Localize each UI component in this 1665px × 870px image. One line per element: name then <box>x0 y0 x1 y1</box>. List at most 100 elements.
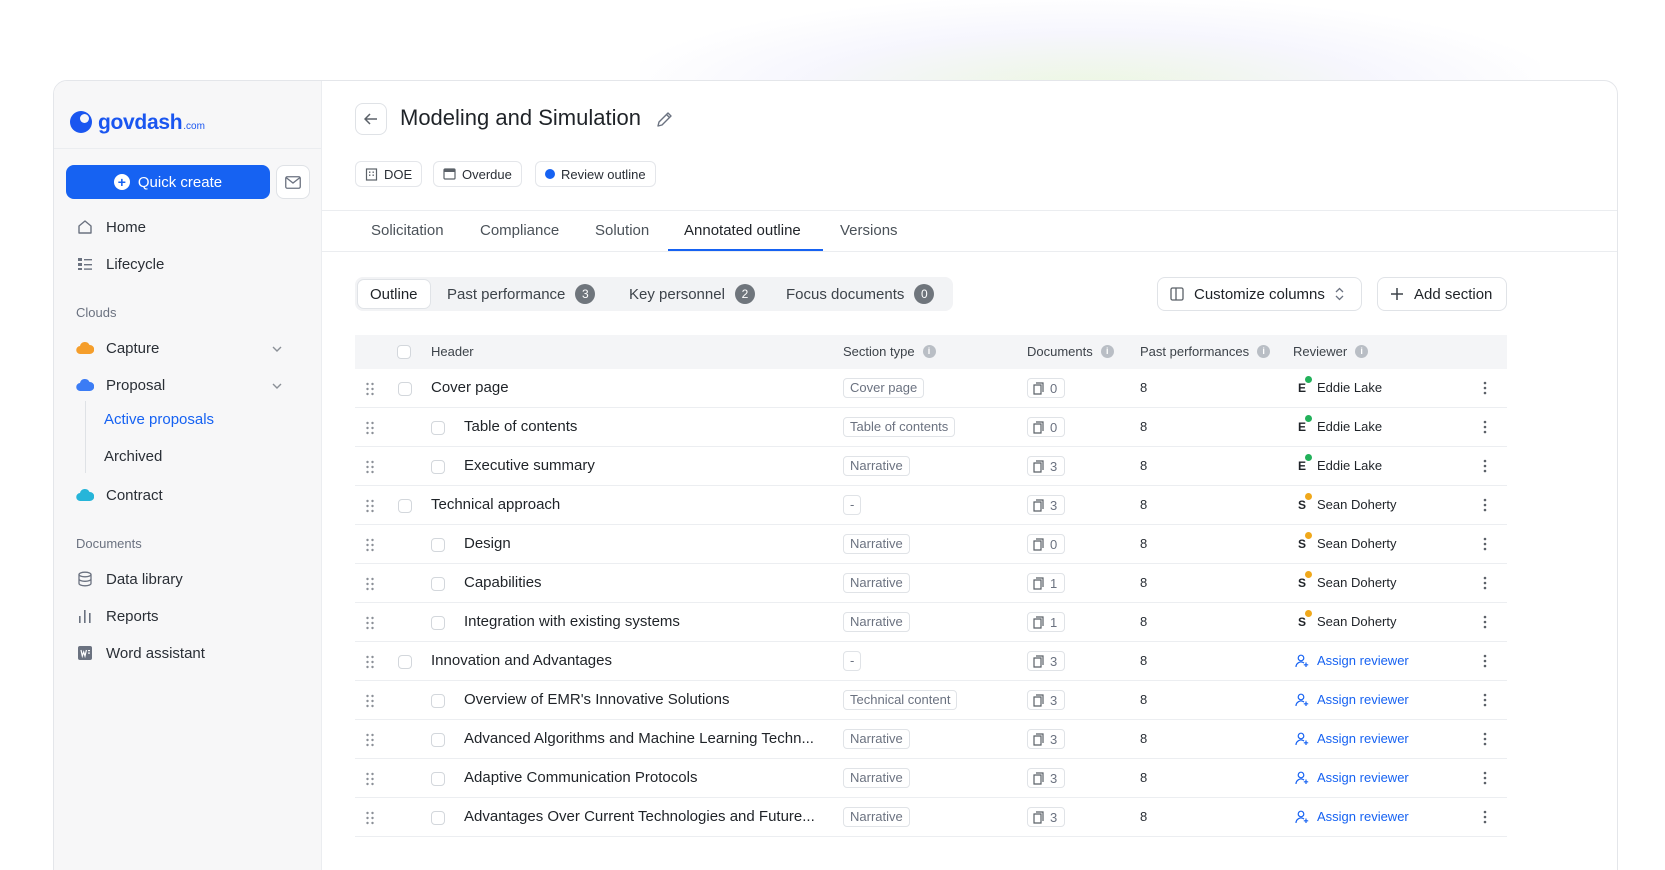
section-header[interactable]: Design <box>464 535 511 552</box>
more-options-icon[interactable] <box>1483 498 1487 512</box>
table-row[interactable]: Design Narrative 0 8 S Sean Doherty <box>355 525 1507 564</box>
section-type-tag[interactable]: Narrative <box>843 534 910 554</box>
row-checkbox[interactable] <box>431 616 445 630</box>
section-header[interactable]: Capabilities <box>464 574 542 591</box>
section-header[interactable]: Cover page <box>431 379 509 396</box>
table-row[interactable]: Advantages Over Current Technologies and… <box>355 798 1507 837</box>
row-checkbox[interactable] <box>431 772 445 786</box>
row-checkbox[interactable] <box>398 499 412 513</box>
info-icon[interactable]: i <box>1257 345 1271 358</box>
documents-count[interactable]: 1 <box>1027 612 1065 632</box>
documents-count[interactable]: 3 <box>1027 495 1065 515</box>
documents-count[interactable]: 0 <box>1027 417 1065 437</box>
tab-compliance[interactable]: Compliance <box>480 222 559 239</box>
section-type-tag[interactable]: Narrative <box>843 768 910 788</box>
sidebar-item-capture[interactable]: Capture <box>76 337 159 359</box>
drag-handle-icon[interactable] <box>365 772 375 786</box>
section-header[interactable]: Integration with existing systems <box>464 613 680 630</box>
chip-stage[interactable]: Review outline <box>535 161 656 187</box>
documents-count[interactable]: 3 <box>1027 456 1065 476</box>
drag-handle-icon[interactable] <box>365 616 375 630</box>
table-row[interactable]: Overview of EMR's Innovative Solutions Te… <box>355 681 1507 720</box>
select-all-checkbox[interactable] <box>397 345 411 359</box>
section-type-tag[interactable]: Cover page <box>843 378 925 398</box>
more-options-icon[interactable] <box>1483 693 1487 707</box>
sidebar-item-archived[interactable]: Archived <box>104 448 162 465</box>
sidebar-item-active-proposals[interactable]: Active proposals <box>104 411 214 428</box>
section-type-tag[interactable]: - <box>843 495 862 515</box>
sidebar-item-home[interactable]: Home <box>76 216 146 238</box>
reviewer-cell[interactable]: S Sean Doherty <box>1295 608 1397 629</box>
chevron-down-icon[interactable] <box>272 381 282 391</box>
column-header[interactable]: Section type i <box>843 344 936 359</box>
sidebar-item-proposal[interactable]: Proposal <box>76 374 165 396</box>
table-row[interactable]: Innovation and Advantages - 3 8 Assign revie… <box>355 642 1507 681</box>
pencil-icon[interactable] <box>656 111 673 128</box>
documents-count[interactable]: 0 <box>1027 534 1065 554</box>
more-options-icon[interactable] <box>1483 615 1487 629</box>
drag-handle-icon[interactable] <box>365 538 375 552</box>
drag-handle-icon[interactable] <box>365 655 375 669</box>
assign-reviewer-link[interactable]: Assign reviewer <box>1295 809 1409 824</box>
row-checkbox[interactable] <box>431 733 445 747</box>
tab-versions[interactable]: Versions <box>840 222 898 239</box>
subtab-key-personnel[interactable]: Key personnel 2 <box>629 277 755 311</box>
row-checkbox[interactable] <box>431 421 445 435</box>
reviewer-cell[interactable]: E Eddie Lake <box>1295 374 1382 395</box>
more-options-icon[interactable] <box>1483 810 1487 824</box>
sidebar-item-lifecycle[interactable]: Lifecycle <box>76 253 164 275</box>
documents-count[interactable]: 1 <box>1027 573 1065 593</box>
section-type-tag[interactable]: Narrative <box>843 729 910 749</box>
row-checkbox[interactable] <box>431 538 445 552</box>
table-row[interactable]: Cover page Cover page 0 8 E Eddie Lake <box>355 369 1507 408</box>
documents-count[interactable]: 3 <box>1027 729 1065 749</box>
assign-reviewer-link[interactable]: Assign reviewer <box>1295 692 1409 707</box>
section-type-tag[interactable]: - <box>843 651 862 671</box>
customize-columns-button[interactable]: Customize columns <box>1157 277 1362 311</box>
section-header[interactable]: Advantages Over Current Technologies and… <box>464 808 815 825</box>
table-row[interactable]: Technical approach - 3 8 S Sean Doherty <box>355 486 1507 525</box>
more-options-icon[interactable] <box>1483 459 1487 473</box>
sidebar-item-word-assistant[interactable]: Word assistant <box>76 642 205 664</box>
drag-handle-icon[interactable] <box>365 694 375 708</box>
more-options-icon[interactable] <box>1483 381 1487 395</box>
row-checkbox[interactable] <box>398 382 412 396</box>
section-header[interactable]: Technical approach <box>431 496 560 513</box>
chip-due-status[interactable]: Overdue <box>433 161 522 187</box>
drag-handle-icon[interactable] <box>365 811 375 825</box>
section-header[interactable]: Adaptive Communication Protocols <box>464 769 697 786</box>
section-header[interactable]: Overview of EMR's Innovative Solutions <box>464 691 729 708</box>
table-row[interactable]: Advanced Algorithms and Machine Learning… <box>355 720 1507 759</box>
column-header[interactable]: Documents i <box>1027 344 1114 359</box>
tab-solicitation[interactable]: Solicitation <box>371 222 444 239</box>
documents-count[interactable]: 3 <box>1027 768 1065 788</box>
chip-agency[interactable]: DOE <box>355 161 423 187</box>
more-options-icon[interactable] <box>1483 732 1487 746</box>
sidebar-item-data-library[interactable]: Data library <box>76 568 183 590</box>
tab-solution[interactable]: Solution <box>595 222 649 239</box>
column-header[interactable]: Reviewer i <box>1293 344 1369 359</box>
reviewer-cell[interactable]: S Sean Doherty <box>1295 530 1397 551</box>
table-row[interactable]: Adaptive Communication Protocols Narrativ… <box>355 759 1507 798</box>
more-options-icon[interactable] <box>1483 654 1487 668</box>
drag-handle-icon[interactable] <box>365 421 375 435</box>
section-type-tag[interactable]: Technical content <box>843 690 958 710</box>
row-checkbox[interactable] <box>431 460 445 474</box>
add-section-button[interactable]: Add section <box>1377 277 1507 311</box>
quick-create-button[interactable]: + Quick create <box>66 165 270 199</box>
subtab-outline[interactable]: Outline <box>357 279 431 309</box>
info-icon[interactable]: i <box>1100 345 1114 358</box>
column-header[interactable]: Header <box>431 344 474 359</box>
table-row[interactable]: Integration with existing systems Narrati… <box>355 603 1507 642</box>
chevron-down-icon[interactable] <box>272 344 282 354</box>
section-header[interactable]: Table of contents <box>464 418 577 435</box>
mail-button[interactable] <box>276 165 310 199</box>
documents-count[interactable]: 0 <box>1027 378 1065 398</box>
more-options-icon[interactable] <box>1483 771 1487 785</box>
drag-handle-icon[interactable] <box>365 733 375 747</box>
section-header[interactable]: Executive summary <box>464 457 595 474</box>
reviewer-cell[interactable]: E Eddie Lake <box>1295 452 1382 473</box>
section-type-tag[interactable]: Narrative <box>843 612 910 632</box>
subtab-past-performance[interactable]: Past performance 3 <box>447 277 596 311</box>
row-checkbox[interactable] <box>398 655 412 669</box>
